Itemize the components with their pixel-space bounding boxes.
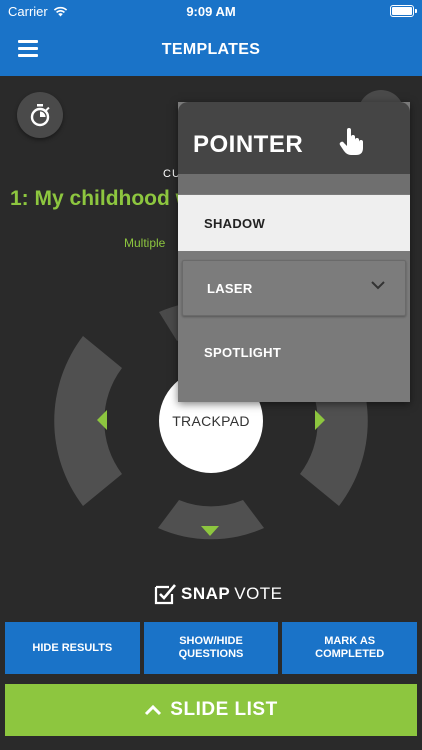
brand-vote: VOTE: [234, 584, 283, 603]
nav-bar: TEMPLATES: [0, 24, 422, 76]
battery-icon: [390, 5, 417, 17]
hide-results-button[interactable]: HIDE RESULTS: [5, 622, 140, 674]
status-bar: Carrier 9:09 AM: [0, 0, 422, 24]
brand-snap: SNAP: [181, 584, 231, 603]
slide-list-label: SLIDE LIST: [170, 699, 278, 720]
pointer-option-shadow[interactable]: SHADOW: [178, 195, 410, 251]
chevron-up-icon: [145, 704, 162, 716]
dpad-down-button[interactable]: [158, 500, 264, 540]
page-title: TEMPLATES: [161, 41, 261, 58]
chevron-down-icon: [371, 281, 385, 290]
pointer-option-laser-label: LASER: [207, 280, 253, 296]
action-bar: HIDE RESULTS SHOW/HIDE QUESTIONS MARK AS…: [5, 622, 418, 674]
pointer-menu-divider: [178, 174, 410, 194]
question-type: Multiple: [124, 236, 166, 250]
pointer-option-spotlight[interactable]: SPOTLIGHT: [178, 324, 410, 380]
dpad-left-button[interactable]: [54, 336, 123, 506]
pointer-menu-header: POINTER: [178, 102, 410, 174]
pointer-option-laser[interactable]: LASER: [182, 260, 406, 316]
pointer-menu-title: POINTER: [193, 131, 304, 158]
hand-pointer-icon: [339, 128, 363, 155]
snapvote-logo: SNAP VOTE: [153, 582, 283, 606]
timer-button[interactable]: [17, 92, 63, 138]
show-hide-questions-button[interactable]: SHOW/HIDE QUESTIONS: [143, 622, 279, 674]
slide-list-button[interactable]: SLIDE LIST: [5, 684, 417, 736]
pointer-menu: POINTER SHADOW LASER SPOTLIGHT: [178, 102, 410, 402]
stopwatch-icon: [30, 104, 50, 127]
clock: 9:09 AM: [186, 4, 236, 19]
mark-completed-button[interactable]: MARK AS COMPLETED: [282, 622, 418, 674]
checkbox-logo-icon: [154, 584, 176, 605]
